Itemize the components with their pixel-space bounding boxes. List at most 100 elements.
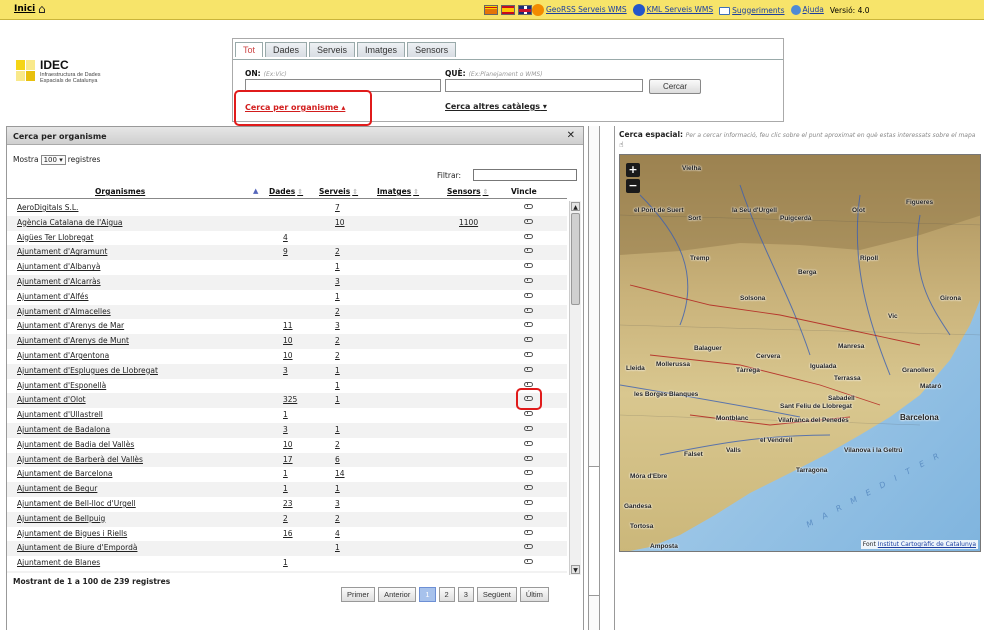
serveis-count[interactable]: 3 [335, 277, 340, 286]
organisme-link[interactable]: Ajuntament d'Arenys de Munt [17, 336, 129, 345]
vincle-link-icon[interactable] [524, 248, 533, 254]
serveis-count[interactable]: 4 [335, 529, 340, 538]
inici-link[interactable]: Inici [14, 4, 35, 14]
georss-link[interactable]: GeoRSS Serveis WMS [546, 5, 627, 14]
scroll-down-icon[interactable]: ▼ [571, 565, 580, 574]
vincle-link-icon[interactable] [524, 307, 533, 313]
scroll-up-icon[interactable]: ▲ [571, 202, 580, 211]
serveis-count[interactable]: 10 [335, 218, 345, 227]
serveis-count[interactable]: 1 [335, 543, 340, 552]
serveis-count[interactable]: 1 [335, 262, 340, 271]
organisme-link[interactable]: Ajuntament de Barcelona [17, 469, 112, 478]
sensors-count[interactable]: 1100 [459, 218, 478, 227]
page-1-button[interactable]: 1 [419, 587, 436, 602]
map-view[interactable]: + − Vielha el Pont de Suert Sort la Seu d'U… [619, 154, 981, 552]
col-dades[interactable]: Dades ⇕ [269, 187, 303, 196]
organisme-link[interactable]: Ajuntament de Begur [17, 484, 97, 493]
serveis-count[interactable]: 1 [335, 366, 340, 375]
vincle-link-icon[interactable] [524, 440, 533, 446]
dades-count[interactable]: 10 [283, 336, 293, 345]
home-icon[interactable]: ⌂ [38, 2, 46, 16]
vincle-link-icon[interactable] [524, 352, 533, 357]
dades-count[interactable]: 1 [283, 469, 288, 478]
dades-count[interactable]: 17 [283, 455, 293, 464]
organisme-link[interactable]: Ajuntament de Badia del Vallès [17, 440, 134, 449]
organisme-link[interactable]: Ajuntament de Biure d'Empordà [17, 543, 137, 552]
splitter-grip[interactable] [588, 466, 600, 596]
organisme-link[interactable]: Aigües Ter Llobregat [17, 233, 93, 242]
page-2-button[interactable]: 2 [438, 587, 455, 602]
organisme-link[interactable]: Ajuntament de Bell-lloc d'Urgell [17, 499, 136, 508]
ajuda-link[interactable]: Ajuda [803, 5, 824, 14]
zoom-in-button[interactable]: + [626, 163, 640, 177]
vincle-link-icon[interactable] [524, 204, 533, 209]
serveis-count[interactable]: 1 [335, 425, 340, 434]
cercar-button[interactable]: Cercar [649, 79, 701, 94]
organisme-link[interactable]: Ajuntament d'Almacelles [17, 307, 111, 316]
dades-count[interactable]: 2 [283, 514, 288, 523]
panel-splitter[interactable] [588, 126, 600, 630]
col-sensors[interactable]: Sensors ⇕ [447, 187, 488, 196]
vincle-link-icon[interactable] [524, 381, 533, 387]
organisme-link[interactable]: Ajuntament d'Esplugues de Llobregat [17, 366, 158, 375]
serveis-count[interactable]: 1 [335, 484, 340, 493]
kml-link[interactable]: KML Serveis WMS [647, 5, 714, 14]
organisme-link[interactable]: Ajuntament d'Olot [17, 395, 86, 404]
serveis-count[interactable]: 1 [335, 395, 340, 404]
dades-count[interactable]: 16 [283, 529, 293, 538]
serveis-count[interactable]: 2 [335, 514, 340, 523]
organisme-link[interactable]: AeroDigitals S.L. [17, 203, 78, 212]
vincle-link-icon[interactable] [524, 470, 533, 476]
vincle-link-icon[interactable] [524, 455, 533, 461]
tab-serveis[interactable]: Serveis [309, 42, 356, 57]
close-icon[interactable]: ✕ [567, 130, 575, 141]
organisme-link[interactable]: Ajuntament d'Agramunt [17, 247, 107, 256]
organisme-link[interactable]: Ajuntament d'Esponellà [17, 381, 106, 390]
col-organismes[interactable]: Organismes [95, 187, 145, 196]
organisme-link[interactable]: Ajuntament d'Arenys de Mar [17, 321, 124, 330]
dades-count[interactable]: 3 [283, 425, 288, 434]
serveis-count[interactable]: 6 [335, 455, 340, 464]
page-prev-button[interactable]: Anterior [378, 587, 417, 602]
dades-count[interactable]: 23 [283, 499, 293, 508]
cerca-altres-cataleges-link[interactable]: Cerca altres catàlegs ▾ [445, 102, 547, 111]
tab-dades[interactable]: Dades [265, 42, 308, 57]
organisme-link[interactable]: Ajuntament d'Alfés [17, 292, 88, 301]
serveis-count[interactable]: 3 [335, 499, 340, 508]
serveis-count[interactable]: 2 [335, 247, 340, 256]
serveis-count[interactable]: 2 [335, 351, 340, 360]
organisme-link[interactable]: Ajuntament de Bellpuig [17, 514, 105, 523]
organisme-link[interactable]: Ajuntament de Blanes [17, 558, 100, 567]
dades-count[interactable]: 10 [283, 351, 293, 360]
vincle-link-icon[interactable] [524, 337, 533, 343]
page-next-button[interactable]: Següent [476, 587, 517, 602]
col-imatges[interactable]: Imatges ⇕ [377, 187, 419, 196]
idec-logo[interactable]: IDEC Infraestructura de Dades Espacials … [16, 58, 101, 84]
dades-count[interactable]: 1 [283, 484, 288, 493]
serveis-count[interactable]: 1 [335, 292, 340, 301]
scroll-thumb[interactable] [571, 213, 580, 305]
page-3-button[interactable]: 3 [457, 587, 474, 602]
vincle-link-icon[interactable] [524, 278, 533, 283]
vincle-link-icon[interactable] [524, 544, 533, 550]
serveis-count[interactable]: 2 [335, 336, 340, 345]
icc-link[interactable]: Institut Cartogràfic de Catalunya [878, 541, 976, 548]
organisme-link[interactable]: Ajuntament de Badalona [17, 425, 110, 434]
vincle-link-icon[interactable] [524, 322, 533, 328]
serveis-count[interactable]: 7 [335, 203, 340, 212]
dades-count[interactable]: 11 [283, 321, 293, 330]
organisme-link[interactable]: Ajuntament d'Alcarràs [17, 277, 101, 286]
vincle-link-icon[interactable] [524, 485, 533, 491]
catalan-flag-icon[interactable] [484, 5, 498, 15]
table-scrollbar[interactable]: ▲ ▼ [569, 201, 581, 575]
dades-count[interactable]: 325 [283, 395, 297, 404]
english-flag-icon[interactable] [518, 5, 532, 15]
dades-count[interactable]: 1 [283, 410, 288, 419]
dades-count[interactable]: 3 [283, 366, 288, 375]
serveis-count[interactable]: 2 [335, 307, 340, 316]
organisme-link[interactable]: Ajuntament de Bigues i Riells [17, 529, 127, 538]
dades-count[interactable]: 9 [283, 247, 288, 256]
spanish-flag-icon[interactable] [501, 5, 515, 15]
organisme-link[interactable]: Agència Catalana de l'Aigua [17, 218, 122, 227]
vincle-link-icon[interactable] [524, 529, 533, 535]
